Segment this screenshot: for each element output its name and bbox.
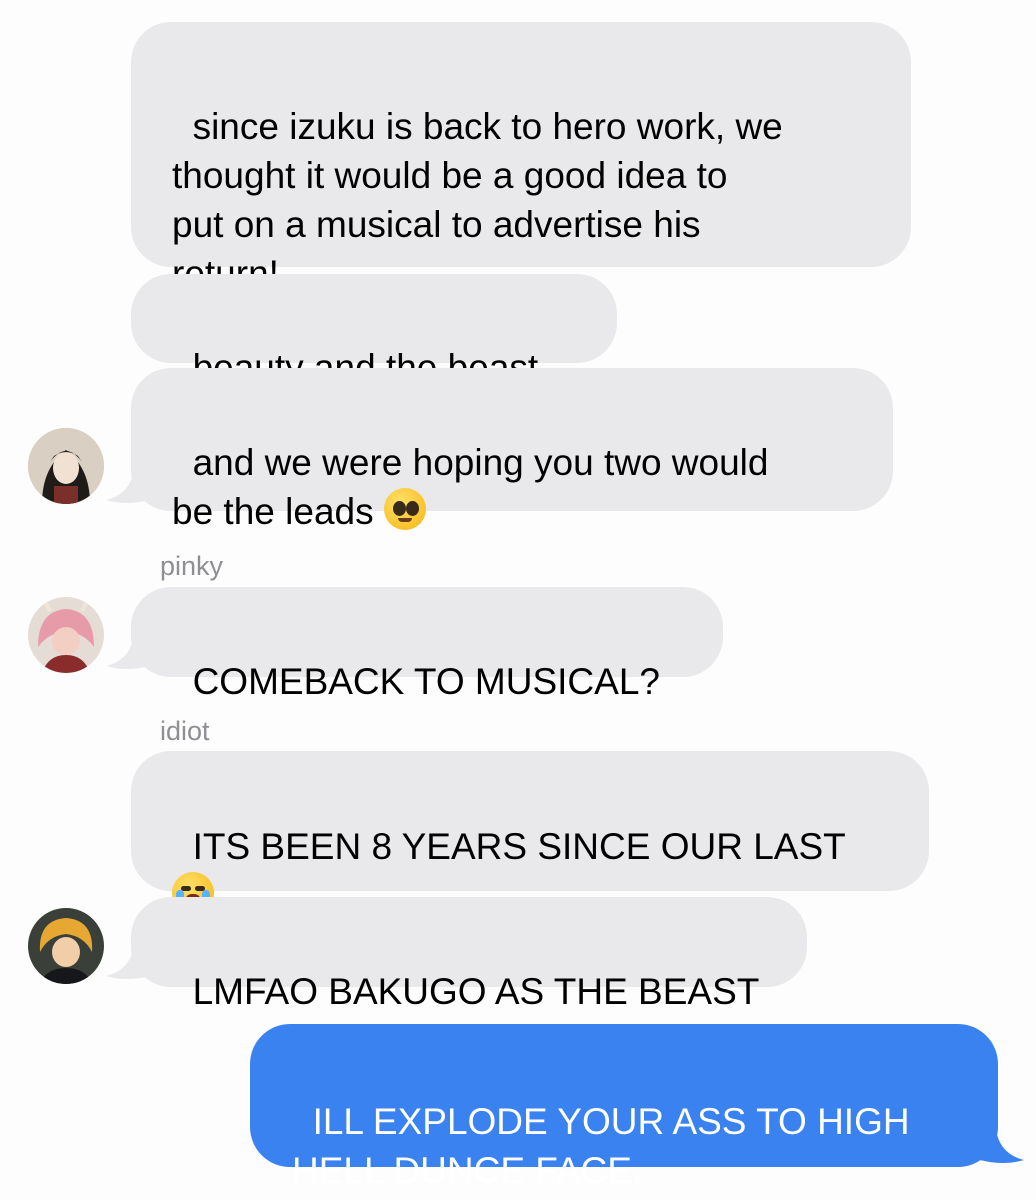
message-bubble[interactable]: LMFAO BAKUGO AS THE BEAST [131, 897, 807, 1012]
message-text: and we were hoping you two would be the … [172, 442, 769, 532]
message-text: ITS BEEN 8 YEARS SINCE OUR LAST [192, 826, 846, 867]
pleading-face-emoji [383, 488, 426, 530]
message-text: LMFAO BAKUGO AS THE BEAST [192, 971, 760, 1012]
avatar[interactable] [28, 428, 104, 504]
avatar[interactable] [28, 908, 104, 984]
message-bubble[interactable]: and we were hoping you two would be the … [131, 368, 893, 532]
message-text: since izuku is back to hero work, we tho… [172, 106, 783, 294]
avatar[interactable] [28, 597, 104, 673]
bubble-tail [106, 946, 150, 979]
message-bubble-sent[interactable]: ILL EXPLODE YOUR ASS TO HIGH HELL DUNCE … [250, 1024, 998, 1191]
sender-name: idiot [160, 716, 210, 746]
message-text: ILL EXPLODE YOUR ASS TO HIGH HELL DUNCE … [292, 1101, 910, 1191]
bubble-tail [106, 636, 150, 669]
message-text: COMEBACK TO MUSICAL? [192, 661, 660, 702]
bubble-tail [980, 1130, 1024, 1163]
message-bubble[interactable]: COMEBACK TO MUSICAL? [131, 587, 723, 702]
bubble-tail [106, 470, 150, 503]
message-bubble[interactable]: ITS BEEN 8 YEARS SINCE OUR LAST [131, 751, 929, 914]
sender-name: pinky [160, 551, 224, 581]
message-bubble[interactable]: since izuku is back to hero work, we tho… [131, 22, 911, 294]
message-bubble[interactable]: beauty and the beast [131, 274, 617, 388]
